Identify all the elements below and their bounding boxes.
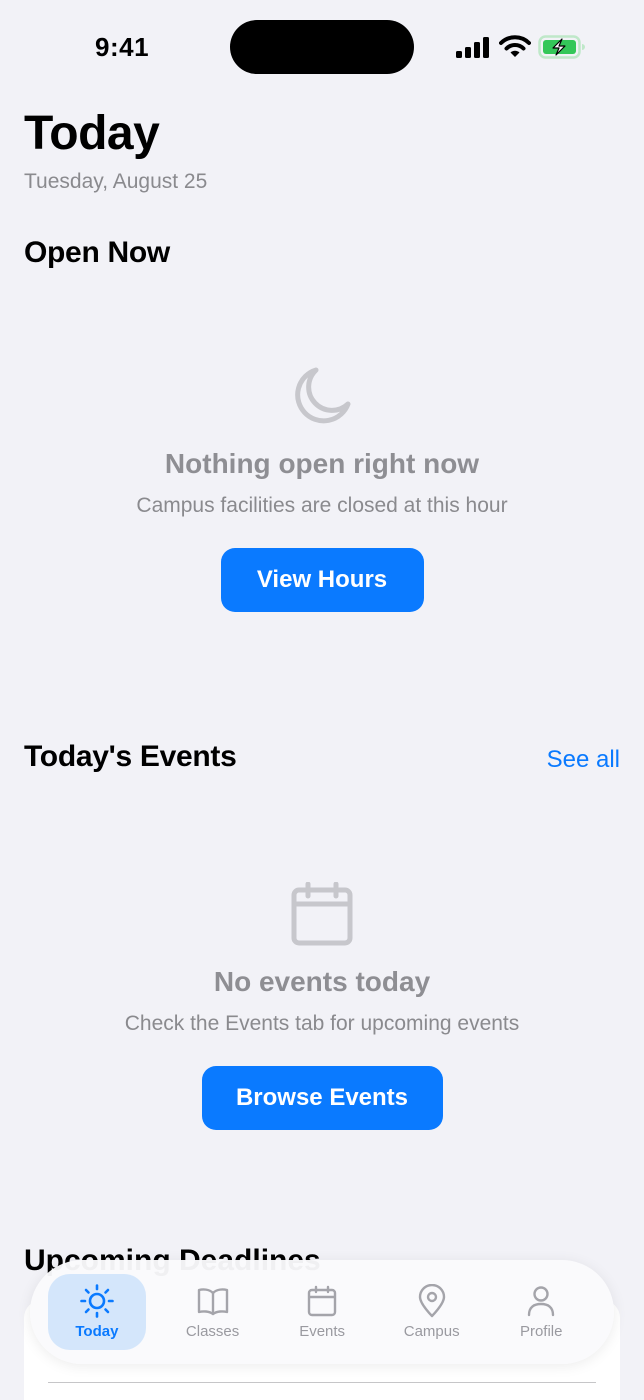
- sun-icon: [80, 1284, 114, 1318]
- page-title: Today: [24, 107, 160, 160]
- tab-profile[interactable]: Profile: [486, 1274, 596, 1350]
- card-divider: [48, 1382, 596, 1383]
- see-all-link[interactable]: See all: [547, 746, 620, 774]
- browse-events-button[interactable]: Browse Events: [201, 1066, 443, 1130]
- status-bar: 9:41: [0, 0, 644, 96]
- dynamic-island: [230, 20, 414, 74]
- calendar-icon: [291, 882, 353, 946]
- open-now-empty-subtitle: Campus facilities are closed at this hou…: [136, 494, 508, 517]
- tab-label-classes: Classes: [185, 1323, 240, 1340]
- tab-bar: Today Classes Events Campus Profile: [30, 1260, 614, 1364]
- open-now-title: Open Now: [24, 236, 170, 269]
- person-icon: [528, 1286, 555, 1317]
- map-pin-icon: [418, 1284, 445, 1318]
- tab-label-campus: Campus: [403, 1323, 460, 1340]
- tab-label-today: Today: [75, 1323, 119, 1340]
- calendar-icon: [307, 1285, 337, 1317]
- open-now-empty-title: Nothing open right now: [164, 448, 480, 479]
- moon-icon: [295, 367, 351, 424]
- view-hours-button[interactable]: View Hours: [220, 548, 424, 612]
- status-time: 9:41: [95, 32, 150, 62]
- tab-events[interactable]: Events: [267, 1274, 377, 1350]
- wifi-icon: [499, 35, 531, 57]
- battery-icon: [538, 35, 585, 59]
- signal-icon: [456, 37, 489, 58]
- tab-campus[interactable]: Campus: [377, 1274, 487, 1350]
- tab-classes[interactable]: Classes: [158, 1274, 268, 1350]
- tab-today[interactable]: Today: [48, 1274, 146, 1350]
- events-empty-state: No events today Check the Events tab for…: [0, 882, 644, 1130]
- status-icons: [455, 34, 590, 60]
- events-empty-subtitle: Check the Events tab for upcoming events: [124, 1012, 520, 1035]
- book-icon: [197, 1288, 228, 1316]
- screen: 9:41 Today Tuesday, August 25 Open Now N…: [0, 0, 644, 1400]
- events-title: Today's Events: [24, 740, 237, 773]
- page-date: Tuesday, August 25: [24, 170, 208, 193]
- open-now-empty-state: Nothing open right now Campus facilities…: [0, 364, 644, 612]
- tab-label-profile: Profile: [519, 1323, 563, 1340]
- events-empty-title: No events today: [213, 966, 431, 997]
- tab-label-events: Events: [299, 1323, 346, 1340]
